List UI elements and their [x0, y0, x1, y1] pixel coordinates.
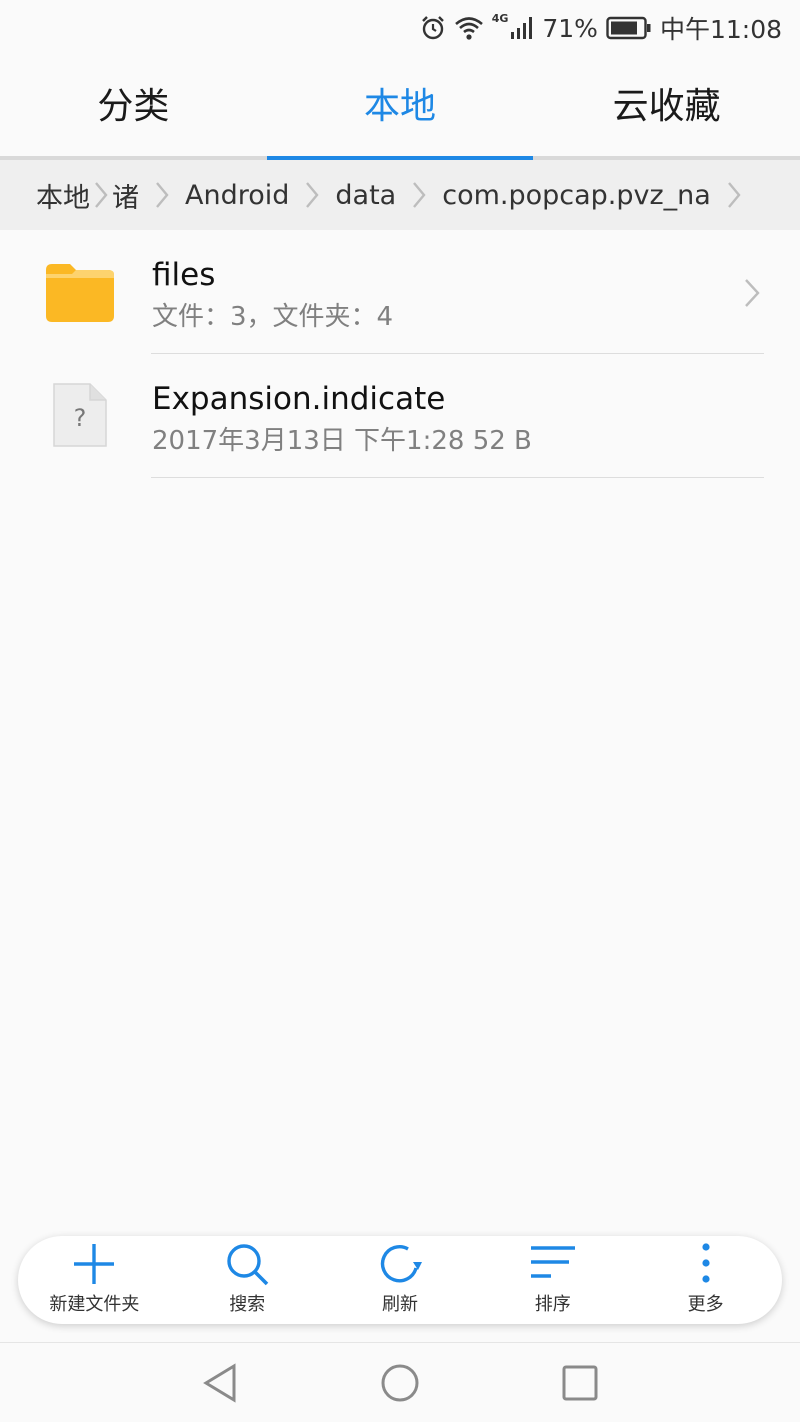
file-meta: 2017年3月13日 下午1:28 52 B: [152, 426, 532, 456]
file-meta: 文件：3，文件夹：4: [152, 302, 394, 332]
more-label: 更多: [687, 1294, 724, 1315]
back-icon[interactable]: [190, 1353, 250, 1413]
signal-icon: [510, 16, 534, 40]
refresh-icon: [380, 1245, 422, 1283]
refresh-label: 刷新: [381, 1294, 418, 1315]
home-icon[interactable]: [370, 1353, 430, 1413]
breadcrumb-local[interactable]: 本地: [36, 176, 90, 215]
tab-cloud-favorites[interactable]: 云收藏: [533, 56, 800, 156]
network-type: 4G: [491, 12, 509, 25]
recent-apps-icon[interactable]: [550, 1353, 610, 1413]
tab-local[interactable]: 本地: [266, 56, 534, 160]
system-navigation-bar: [0, 1342, 800, 1422]
search-label: 搜索: [229, 1294, 266, 1315]
search-button[interactable]: 搜索: [171, 1236, 324, 1324]
breadcrumb-android[interactable]: Android: [185, 180, 289, 211]
folder-icon: [46, 264, 114, 326]
chevron-right-icon: [289, 160, 335, 230]
new-folder-label: 新建文件夹: [49, 1294, 140, 1315]
unknown-file-icon: ?: [52, 382, 108, 452]
breadcrumb-data[interactable]: data: [335, 180, 396, 211]
tab-category[interactable]: 分类: [0, 56, 267, 156]
list-item-file-expansion[interactable]: ? Expansion.indicate 2017年3月13日 下午1:28 5…: [0, 354, 800, 478]
new-folder-button[interactable]: 新建文件夹: [18, 1236, 171, 1324]
chevron-right-icon: [744, 278, 760, 312]
sort-icon: [530, 1246, 575, 1278]
status-bar: 4G 71% 中午11:08: [0, 0, 800, 56]
file-name: Expansion.indicate: [152, 381, 446, 417]
breadcrumb-package[interactable]: com.popcap.pvz_na: [442, 180, 711, 211]
chevron-right-icon: [711, 160, 757, 230]
breadcrumb: 本地 诸 Android data com.popcap.pvz_na: [0, 160, 800, 230]
more-button[interactable]: 更多: [629, 1236, 782, 1324]
sort-button[interactable]: 排序: [476, 1236, 629, 1324]
battery-percent: 71%: [542, 13, 598, 43]
sort-label: 排序: [534, 1294, 571, 1315]
breadcrumb-storage[interactable]: 诸: [112, 176, 139, 215]
plus-icon: [74, 1244, 115, 1284]
bottom-toolbar: 新建文件夹 搜索 刷新 排序 更多: [18, 1236, 782, 1324]
svg-text:?: ?: [74, 404, 87, 432]
status-time: 中午11:08: [659, 15, 782, 44]
chevron-right-icon: [396, 160, 442, 230]
alarm-icon: [420, 15, 446, 41]
search-icon: [227, 1244, 269, 1286]
more-vertical-icon: [701, 1243, 710, 1283]
wifi-icon: [454, 15, 484, 41]
top-tab-bar: 分类 本地 云收藏: [0, 56, 800, 160]
divider: [151, 476, 764, 478]
refresh-button[interactable]: 刷新: [324, 1236, 477, 1324]
chevron-right-icon: [139, 160, 185, 230]
file-name: files: [152, 257, 216, 293]
chevron-right-icon: [90, 160, 112, 230]
list-item-folder-files[interactable]: files 文件：3，文件夹：4: [0, 230, 800, 354]
file-list: files 文件：3，文件夹：4 ? Expansion.indicate 20…: [0, 230, 800, 478]
battery-icon: [606, 16, 652, 40]
